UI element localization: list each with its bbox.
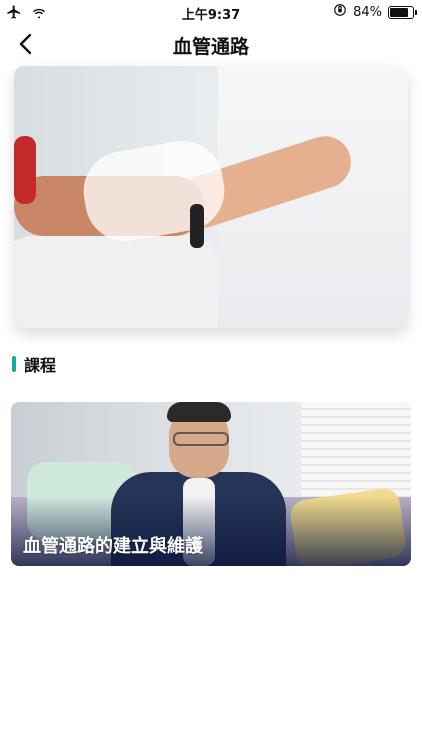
hero-image-cuff [14,136,36,204]
hero-image [14,66,408,328]
status-bar: 上午9:37 84% [0,0,422,24]
section-title: 課程 [24,356,57,375]
battery-nub [415,9,417,15]
hero-image-towel [14,236,224,328]
battery-percent: 84% [353,4,382,20]
course-card[interactable]: 血管通路的建立與維護 [11,402,411,566]
hero-image-watch [190,204,204,248]
page-title: 血管通路 [172,36,249,58]
person-glasses [173,432,229,446]
section-accent-bar [12,356,16,372]
navigation-bar: 血管通路 [0,24,422,64]
status-right: 84% [333,3,417,21]
section-header: 課程 [12,352,56,376]
battery-icon [388,5,417,19]
battery-fill [390,7,409,17]
orientation-lock-icon [333,3,347,21]
course-title: 血管通路的建立與維護 [23,536,203,557]
person-hair [167,402,231,422]
